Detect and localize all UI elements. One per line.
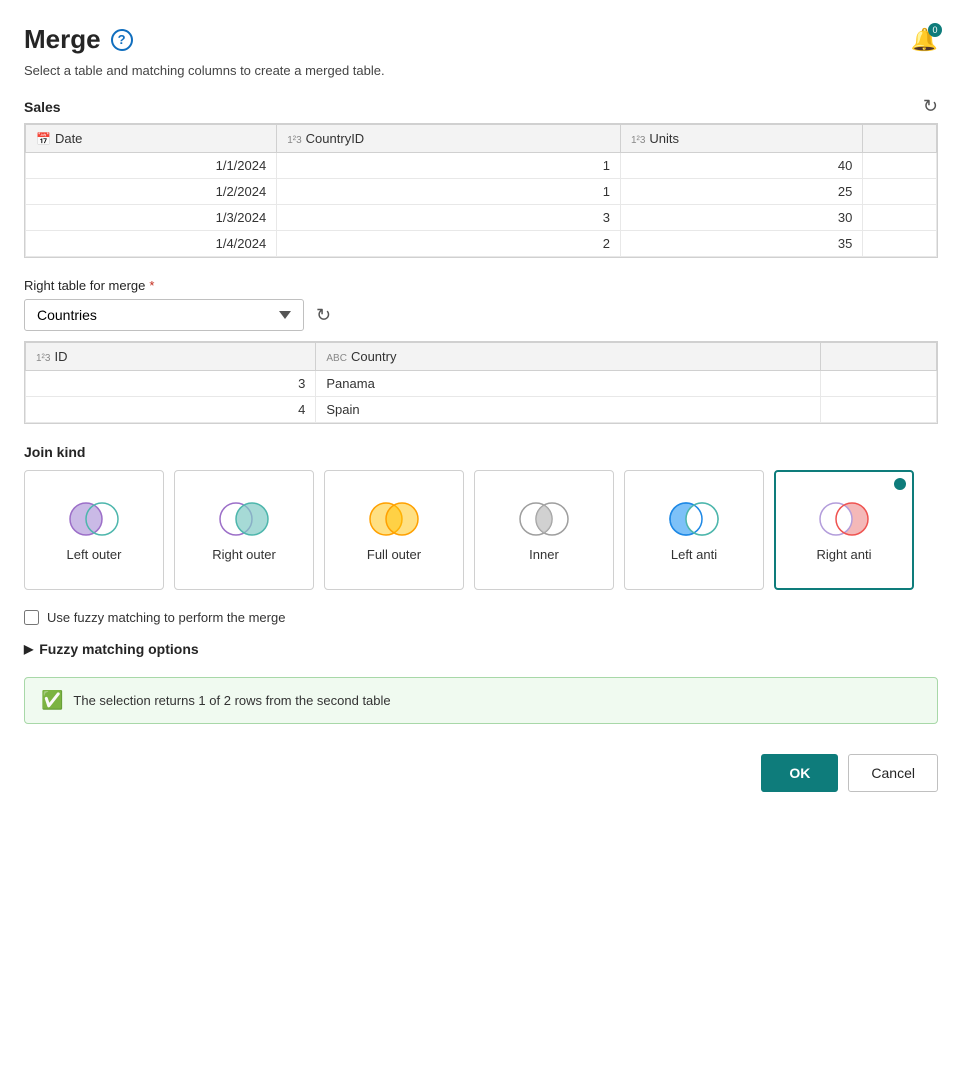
inner-label: Inner — [529, 547, 559, 562]
cell-empty — [820, 397, 936, 423]
left-outer-label: Left outer — [67, 547, 122, 562]
col-countryid: 1²3CountryID — [277, 125, 621, 153]
status-text: The selection returns 1 of 2 rows from t… — [73, 693, 390, 708]
left-table-wrapper: 📅Date 1²3CountryID 1²3Units 1/1/2024 1 4… — [24, 123, 938, 258]
cell-id: 3 — [26, 371, 316, 397]
right-outer-label: Right outer — [212, 547, 276, 562]
fuzzy-matching-label: Use fuzzy matching to perform the merge — [47, 610, 285, 625]
left-table-section-label: Sales ↻ — [24, 96, 938, 117]
fuzzy-options-label: Fuzzy matching options — [39, 641, 198, 657]
col-units: 1²3Units — [620, 125, 862, 153]
dropdown-row: Countries ↻ — [24, 299, 938, 331]
cell-date: 1/1/2024 — [26, 153, 277, 179]
table-row: 1/2/2024 1 25 — [26, 179, 937, 205]
full-outer-venn — [364, 499, 424, 539]
title-group: Merge ? — [24, 24, 133, 55]
cell-countryid: 3 — [277, 205, 621, 231]
status-banner: ✅ The selection returns 1 of 2 rows from… — [24, 677, 938, 724]
right-anti-label: Right anti — [817, 547, 872, 562]
left-table-refresh-button[interactable]: ↻ — [923, 96, 938, 117]
join-card-inner[interactable]: Inner — [474, 470, 614, 590]
right-table-label: Right table for merge — [24, 278, 145, 293]
left-outer-venn — [64, 499, 124, 539]
cell-date: 1/3/2024 — [26, 205, 277, 231]
ok-button[interactable]: OK — [761, 754, 838, 792]
page-title: Merge — [24, 24, 101, 55]
join-kind-label: Join kind — [24, 444, 938, 460]
cell-countryid: 2 — [277, 231, 621, 257]
right-table-refresh-button[interactable]: ↻ — [316, 305, 331, 326]
selected-dot — [894, 478, 906, 490]
cell-date: 1/2/2024 — [26, 179, 277, 205]
right-table-select[interactable]: Countries — [24, 299, 304, 331]
right-table-wrapper: 1²3ID ABCCountry 3 Panama 4 Spain — [24, 341, 938, 424]
bell-icon-wrapper[interactable]: 🔔 0 — [911, 27, 938, 53]
inner-venn — [514, 499, 574, 539]
cell-units: 25 — [620, 179, 862, 205]
join-card-right-outer[interactable]: Right outer — [174, 470, 314, 590]
table-row: 4 Spain — [26, 397, 937, 423]
col-date: 📅Date — [26, 125, 277, 153]
join-card-full-outer[interactable]: Full outer — [324, 470, 464, 590]
cell-empty — [863, 153, 937, 179]
left-anti-venn — [664, 499, 724, 539]
cell-countryid: 1 — [277, 179, 621, 205]
join-card-right-anti[interactable]: Right anti — [774, 470, 914, 590]
col-id: 1²3ID — [26, 343, 316, 371]
cell-units: 30 — [620, 205, 862, 231]
chevron-right-icon: ▶ — [24, 642, 33, 656]
right-anti-venn — [814, 499, 874, 539]
header-row: Merge ? 🔔 0 — [24, 24, 938, 55]
full-outer-label: Full outer — [367, 547, 421, 562]
left-table-label: Sales — [24, 99, 61, 115]
check-circle-icon: ✅ — [41, 690, 63, 711]
cell-country: Panama — [316, 371, 820, 397]
cell-empty — [863, 231, 937, 257]
cell-id: 4 — [26, 397, 316, 423]
fuzzy-matching-checkbox[interactable] — [24, 610, 39, 625]
right-table-dropdown-label: Right table for merge * — [24, 278, 938, 293]
subtitle: Select a table and matching columns to c… — [24, 63, 938, 78]
cell-empty — [863, 179, 937, 205]
footer-buttons: OK Cancel — [24, 754, 938, 792]
left-anti-label: Left anti — [671, 547, 717, 562]
help-icon[interactable]: ? — [111, 29, 133, 51]
col-empty2 — [820, 343, 936, 371]
left-table: 📅Date 1²3CountryID 1²3Units 1/1/2024 1 4… — [25, 124, 937, 257]
col-empty1 — [863, 125, 937, 153]
cell-empty — [820, 371, 936, 397]
join-card-left-outer[interactable]: Left outer — [24, 470, 164, 590]
cell-date: 1/4/2024 — [26, 231, 277, 257]
table-row: 3 Panama — [26, 371, 937, 397]
cell-empty — [863, 205, 937, 231]
table-row: 1/4/2024 2 35 — [26, 231, 937, 257]
cell-country: Spain — [316, 397, 820, 423]
col-country: ABCCountry — [316, 343, 820, 371]
table-row: 1/1/2024 1 40 — [26, 153, 937, 179]
fuzzy-options-toggle[interactable]: ▶ Fuzzy matching options — [24, 641, 938, 657]
table-row: 1/3/2024 3 30 — [26, 205, 937, 231]
fuzzy-matching-row: Use fuzzy matching to perform the merge — [24, 610, 938, 625]
join-card-left-anti[interactable]: Left anti — [624, 470, 764, 590]
right-table: 1²3ID ABCCountry 3 Panama 4 Spain — [25, 342, 937, 423]
right-outer-venn — [214, 499, 274, 539]
cancel-button[interactable]: Cancel — [848, 754, 938, 792]
cell-countryid: 1 — [277, 153, 621, 179]
join-kind-grid: Left outer Right outer Full outer Inner — [24, 470, 938, 590]
bell-badge: 0 — [928, 23, 942, 37]
required-star: * — [149, 278, 154, 293]
cell-units: 40 — [620, 153, 862, 179]
cell-units: 35 — [620, 231, 862, 257]
